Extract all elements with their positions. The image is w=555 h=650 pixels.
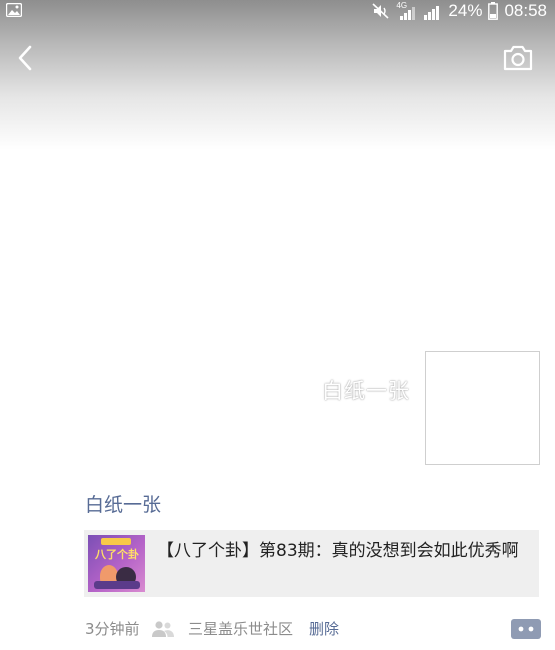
thumbnail-figure — [94, 581, 140, 589]
post-author-name[interactable]: 白纸一张 — [85, 490, 161, 517]
chevron-left-icon — [18, 45, 32, 71]
cover-user-name: 白纸一张 — [322, 379, 410, 403]
avatar[interactable] — [425, 351, 540, 465]
thumbnail-badge — [101, 538, 131, 545]
shared-link-thumbnail: 八了个卦 — [88, 535, 145, 592]
battery-icon — [488, 2, 499, 20]
thumbnail-title: 八了个卦 — [95, 548, 139, 561]
clock: 08:58 — [504, 1, 547, 20]
mute-icon — [372, 3, 389, 19]
image-icon — [6, 3, 22, 17]
signal-4g: 4G — [396, 1, 418, 21]
shared-link-card[interactable]: 八了个卦 【八了个卦】第83期：真的没想到会如此优秀啊 — [84, 530, 539, 597]
back-button[interactable] — [12, 40, 42, 76]
camera-icon — [503, 45, 533, 71]
post-time: 3分钟前 — [85, 620, 140, 638]
signal-2g-icon — [424, 5, 440, 20]
battery-percent: 24% — [448, 1, 483, 20]
shared-link-title: 【八了个卦】第83期：真的没想到会如此优秀啊 — [157, 541, 519, 561]
camera-button[interactable] — [500, 42, 536, 74]
status-bar: 4G 24% 08:58 — [0, 0, 555, 24]
comment-button[interactable] — [507, 617, 541, 641]
people-icon — [152, 621, 174, 637]
comment-icon — [507, 619, 541, 639]
signal-icon — [400, 7, 416, 20]
post-source[interactable]: 三星盖乐世社区 — [188, 618, 293, 639]
delete-button[interactable]: 删除 — [309, 618, 339, 639]
